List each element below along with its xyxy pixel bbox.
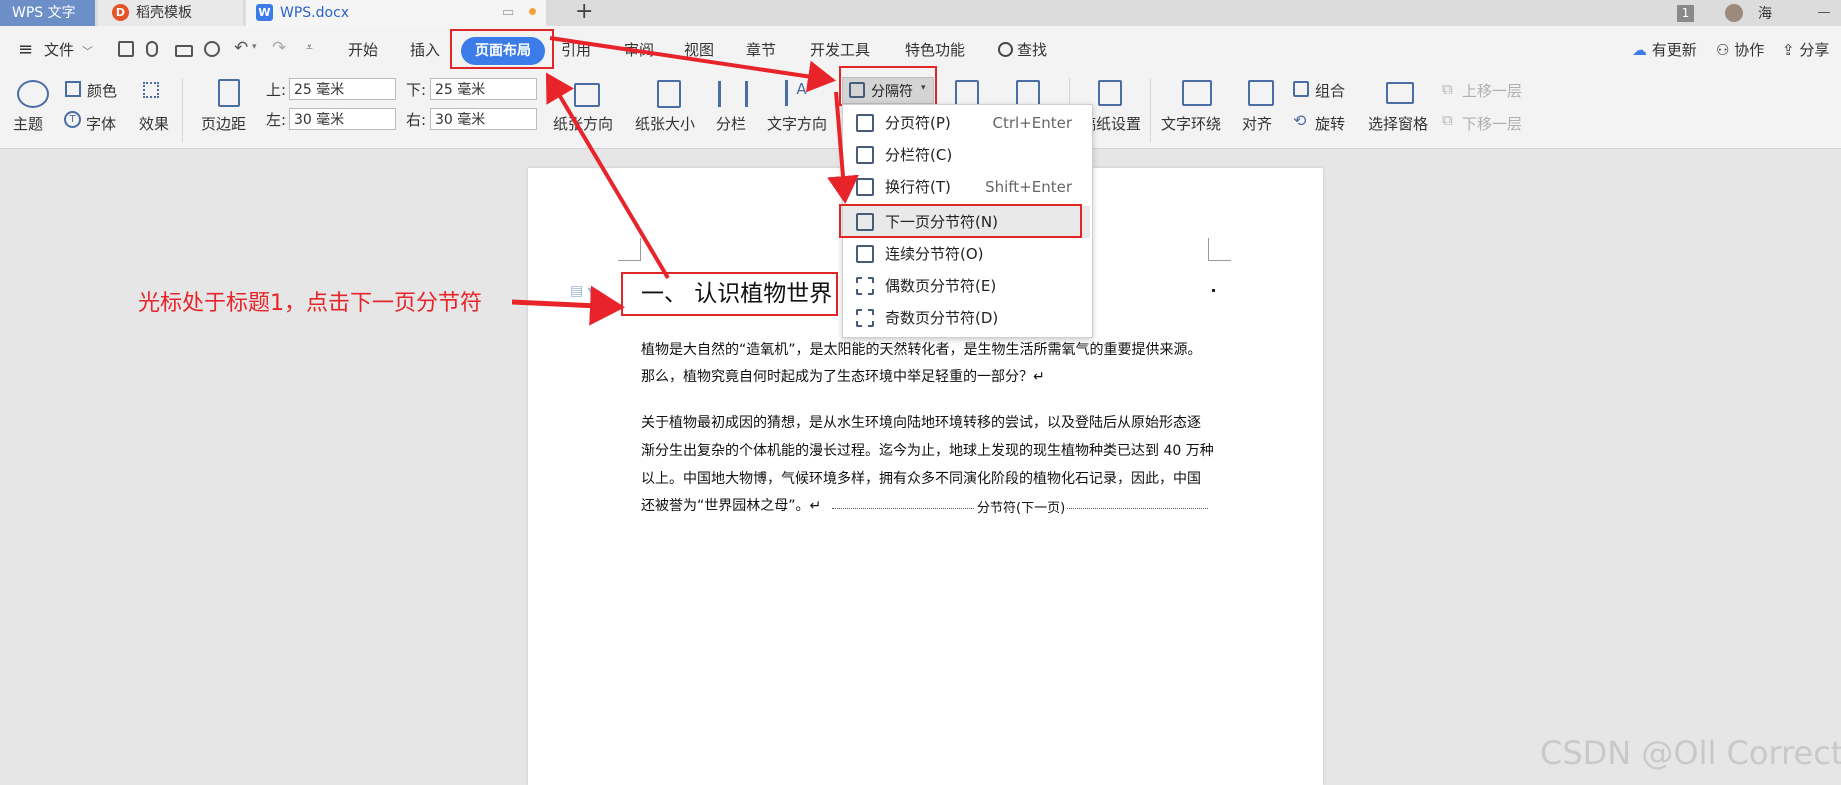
watermark: CSDN @Oll Correct [1540,734,1841,772]
arrow-to-heading [511,285,625,326]
annotation-text: 光标处于标题1，点击下一页分节符 [138,291,482,316]
arrow-to-page-layout [545,72,670,280]
annotation-arrows [511,36,859,326]
arrow-to-breaks [549,36,836,93]
arrow-to-next-page [827,91,859,204]
